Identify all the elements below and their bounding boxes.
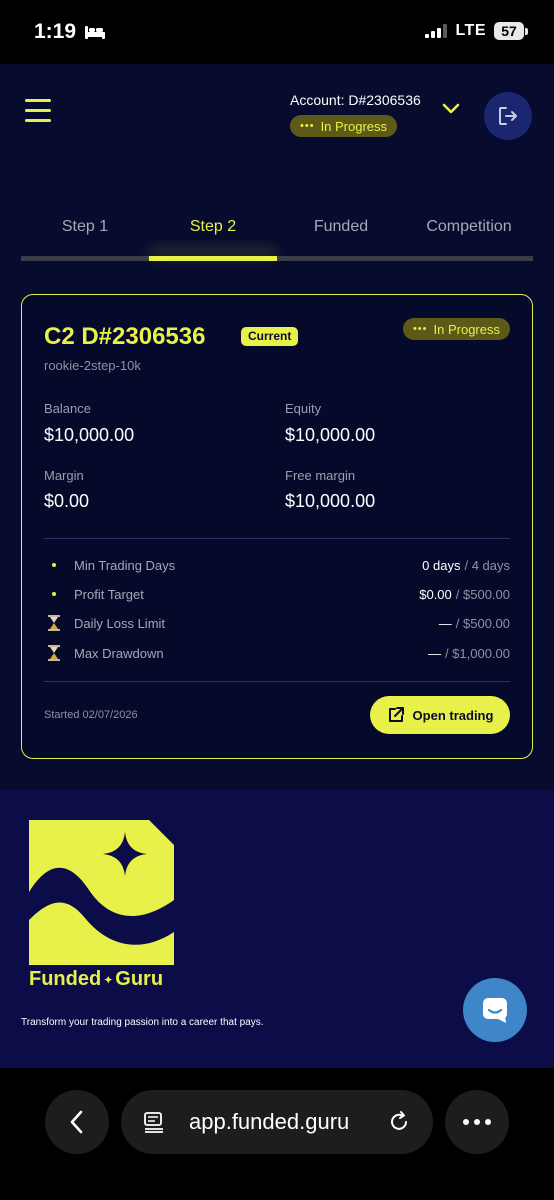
account-label: Account: D#2306536: [290, 92, 421, 108]
card-divider: [44, 681, 510, 682]
logout-icon: [499, 107, 517, 125]
chevron-down-icon[interactable]: [440, 98, 462, 120]
clock-text: 1:19: [34, 20, 77, 43]
free-margin-label: Free margin: [285, 468, 356, 483]
more-dots-icon: [463, 1119, 491, 1125]
chat-icon: [483, 998, 507, 1023]
card-divider: [44, 538, 510, 539]
margin-label: Margin: [44, 468, 84, 483]
started-date: Started 02/07/2026: [44, 709, 138, 721]
site-footer: Funded ✦ Guru Transform your trading passi…: [0, 790, 554, 1068]
current-badge: Current: [241, 327, 299, 346]
card-title: C2 D#2306536: [44, 323, 206, 350]
tab-step-1[interactable]: Step 1: [21, 214, 149, 258]
bullet-dot-icon: [44, 563, 64, 567]
tab-step-2[interactable]: Step 2: [149, 214, 277, 258]
tab-active-indicator: [149, 256, 277, 261]
rule-daily-loss-limit: Daily Loss Limit — / $500.00: [44, 612, 510, 634]
chevron-left-icon: [70, 1110, 83, 1134]
rule-profit-target: Profit Target $0.00 / $500.00: [44, 583, 510, 605]
brand-name: Funded ✦ Guru: [29, 968, 164, 990]
card-plan-name: rookie-2step-10k: [44, 358, 141, 373]
tab-track: [21, 256, 533, 261]
header-status-badge: ••• In Progress: [290, 115, 398, 137]
address-bar[interactable]: app.funded.guru: [121, 1090, 433, 1154]
battery-icon: 57: [494, 22, 528, 40]
logout-button[interactable]: [484, 92, 532, 140]
hourglass-icon: [44, 645, 64, 661]
rule-min-trading-days: Min Trading Days 0 days / 4 days: [44, 554, 510, 576]
open-trading-button[interactable]: Open trading: [370, 696, 510, 734]
balance-value: $10,000.00: [44, 425, 135, 445]
app-main: Account: D#2306536 ••• In Progress Step …: [0, 64, 554, 790]
tab-funded[interactable]: Funded: [277, 214, 405, 258]
account-selector[interactable]: Account: D#2306536 ••• In Progress: [290, 92, 421, 137]
bed-icon: [85, 26, 106, 39]
dots-icon: •••: [300, 120, 315, 132]
status-time: 1:19: [34, 20, 106, 44]
margin-value: $0.00: [44, 491, 90, 511]
hamburger-menu-icon[interactable]: [25, 99, 51, 122]
sparkle-icon: ✦: [103, 972, 114, 987]
dots-icon: •••: [412, 323, 428, 335]
status-bar: 1:19 LTE 57: [0, 0, 554, 64]
url-text: app.funded.guru: [189, 1109, 350, 1134]
signal-icon: [425, 24, 448, 38]
equity-label: Equity: [285, 401, 322, 416]
tab-competition[interactable]: Competition: [405, 214, 533, 258]
card-status-badge: ••• In Progress: [402, 318, 510, 340]
battery-level: 57: [494, 22, 524, 40]
browser-toolbar: app.funded.guru: [0, 1068, 554, 1200]
funded-guru-logo: [29, 820, 174, 965]
network-type: LTE: [455, 22, 486, 39]
step-tabs: Step 1 Step 2 Funded Competition: [21, 214, 533, 262]
more-options-button[interactable]: [445, 1090, 509, 1154]
challenge-card: C2 D#2306536 Current ••• In Progress roo…: [21, 294, 533, 759]
back-button[interactable]: [45, 1090, 109, 1154]
hourglass-icon: [44, 615, 64, 631]
equity-value: $10,000.00: [285, 425, 376, 445]
reload-icon[interactable]: [387, 1110, 411, 1134]
rule-max-drawdown: Max Drawdown — / $1,000.00: [44, 642, 510, 664]
footer-tagline: Transform your trading passion into a ca…: [21, 1017, 264, 1028]
external-link-icon: [388, 707, 404, 722]
page-menu-icon[interactable]: [143, 1111, 165, 1133]
chat-support-button[interactable]: [463, 978, 527, 1042]
bullet-dot-icon: [44, 592, 64, 596]
free-margin-value: $10,000.00: [285, 491, 376, 511]
balance-label: Balance: [44, 401, 91, 416]
